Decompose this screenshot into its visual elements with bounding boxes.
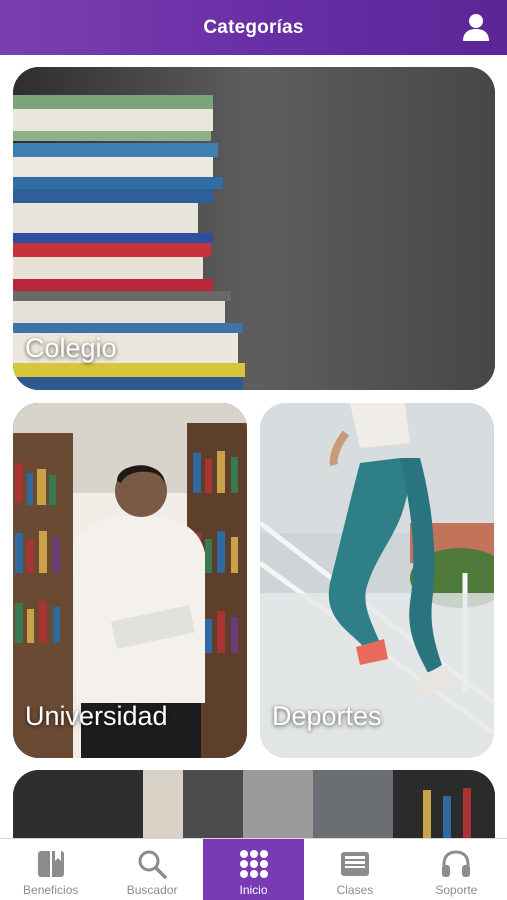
tab-clases[interactable]: Clases [304, 839, 405, 900]
category-label: Deportes [272, 701, 382, 731]
tab-soporte[interactable]: Soporte [406, 839, 507, 900]
top-bar: Categorías [0, 0, 507, 55]
category-image [13, 770, 495, 838]
book-icon [34, 848, 68, 880]
tab-inicio[interactable]: Inicio [202, 839, 305, 900]
user-icon[interactable] [461, 12, 491, 42]
category-card-universidad[interactable]: Universidad [13, 403, 247, 758]
category-label: Colegio [25, 333, 117, 363]
page-title: Categorías [203, 16, 304, 38]
grid-icon [237, 848, 271, 880]
headphones-icon [439, 848, 473, 880]
tab-beneficios[interactable]: Beneficios [0, 839, 101, 900]
category-label: Universidad [25, 701, 168, 731]
tab-buscador[interactable]: Buscador [101, 839, 202, 900]
category-card-deportes[interactable]: Deportes [260, 403, 494, 758]
category-list: Colegio Universidad Deportes [0, 55, 507, 838]
search-icon [135, 848, 169, 880]
category-card-colegio[interactable]: Colegio [13, 67, 495, 390]
bottom-tab-bar: Beneficios Buscador Inicio Clases Soport… [0, 838, 507, 900]
category-card-partial[interactable] [13, 770, 495, 838]
inbox-icon [338, 848, 372, 880]
